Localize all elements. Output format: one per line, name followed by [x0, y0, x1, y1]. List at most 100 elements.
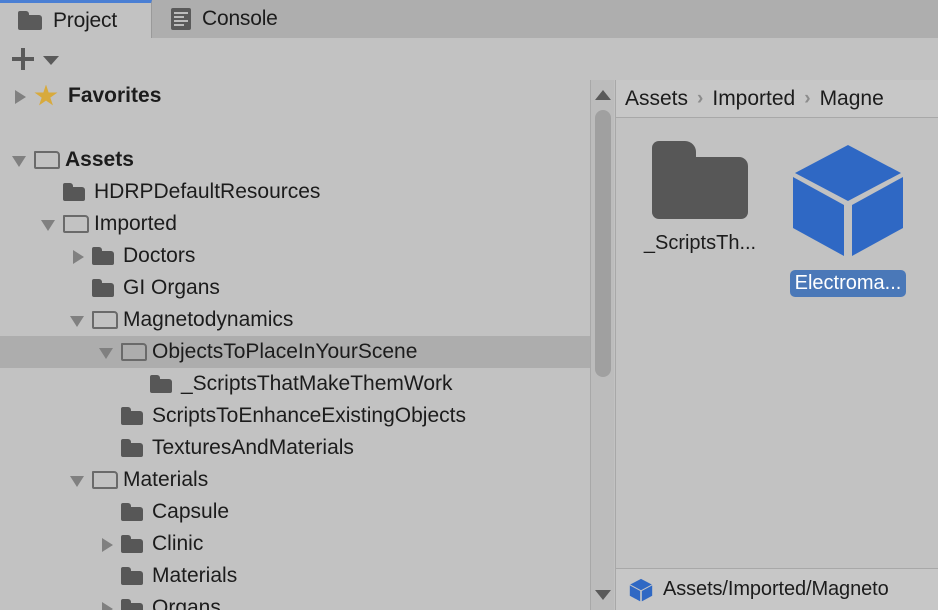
chevron-down-icon[interactable] — [66, 464, 92, 496]
tree-item-label: ObjectsToPlaceInYourScene — [152, 340, 418, 363]
folder-icon — [150, 375, 172, 393]
status-path-label: Assets/Imported/Magneto — [663, 578, 889, 600]
tree-item-label: Doctors — [123, 244, 196, 267]
tree-item-favorites[interactable]: Favorites — [0, 80, 590, 112]
tree-item-label: _ScriptsThatMakeThemWork — [181, 372, 453, 395]
tree-item-capsule[interactable]: Capsule — [0, 496, 590, 528]
tree-item-label: Assets — [65, 148, 134, 171]
chevron-right-icon[interactable] — [95, 528, 121, 560]
create-asset-button[interactable] — [10, 43, 66, 75]
asset-browser-pane: Assets › Imported › Magne _ScriptsTh... Elec… — [615, 80, 938, 610]
asset-item-label: Electroma... — [789, 270, 907, 297]
scroll-down-arrow-icon[interactable] — [595, 590, 611, 600]
folder-icon — [652, 141, 748, 219]
tree-item-clinic[interactable]: Clinic — [0, 528, 590, 560]
tree-item-spacer — [0, 112, 590, 144]
folder-icon — [92, 247, 114, 265]
asset-grid: _ScriptsTh... Electroma... — [616, 119, 938, 569]
scroll-up-arrow-icon[interactable] — [595, 90, 611, 100]
folder-icon — [121, 535, 143, 553]
tree-item-label: Materials — [152, 564, 238, 587]
tree-item-scriptstoenhanceexistingobjects[interactable]: ScriptsToEnhanceExistingObjects — [0, 400, 590, 432]
chevron-down-icon[interactable] — [37, 208, 63, 240]
asset-item-folder[interactable]: _ScriptsTh... — [636, 141, 764, 257]
asset-item-prefab[interactable]: Electroma... — [784, 141, 912, 297]
asset-item-label: _ScriptsTh... — [643, 232, 757, 254]
chevron-down-icon — [43, 56, 59, 65]
tree-item-hdrpdefaultresources[interactable]: HDRPDefaultResources — [0, 176, 590, 208]
chevron-right-icon[interactable] — [95, 592, 121, 610]
chevron-down-icon[interactable] — [95, 336, 121, 368]
breadcrumb-item[interactable]: Magne — [820, 87, 884, 111]
tree-item-label: Capsule — [152, 500, 230, 523]
tree-item-label: HDRPDefaultResources — [94, 180, 321, 203]
folder-tree: Favorites Assets HDRPDefaultResources Impor… — [0, 80, 590, 610]
console-icon — [171, 8, 191, 30]
breadcrumb: Assets › Imported › Magne — [616, 80, 938, 118]
chevron-down-icon[interactable] — [66, 304, 92, 336]
folder-open-icon — [92, 311, 118, 329]
prefab-cube-icon — [789, 141, 907, 259]
tree-item-magnetodynamics[interactable]: Magnetodynamics — [0, 304, 590, 336]
chevron-right-icon[interactable] — [8, 80, 34, 112]
folder-icon — [92, 279, 114, 297]
tree-item-doctors[interactable]: Doctors — [0, 240, 590, 272]
folder-icon — [121, 407, 143, 425]
tree-item-scriptsthatmakethemwork[interactable]: _ScriptsThatMakeThemWork — [0, 368, 590, 400]
tree-vertical-scrollbar[interactable] — [590, 80, 614, 610]
folder-open-icon — [34, 151, 60, 169]
tree-item-label: GI Organs — [123, 276, 220, 299]
tree-item-label: Imported — [94, 212, 177, 235]
tree-item-label: Magnetodynamics — [123, 308, 294, 331]
tree-item-label: TexturesAndMaterials — [152, 436, 354, 459]
project-toolbar — [0, 38, 938, 80]
tree-item-texturesandmaterials[interactable]: TexturesAndMaterials — [0, 432, 590, 464]
tree-item-materials[interactable]: Materials — [0, 560, 590, 592]
tab-project[interactable]: Project — [0, 0, 152, 38]
tree-item-gi-organs[interactable]: GI Organs — [0, 272, 590, 304]
breadcrumb-item[interactable]: Assets — [625, 87, 688, 111]
tab-project-label: Project — [53, 8, 117, 32]
tree-item-objectstoplaceinyourscene[interactable]: ObjectsToPlaceInYourScene — [0, 336, 590, 368]
chevron-right-icon[interactable] — [66, 240, 92, 272]
folder-icon — [121, 567, 143, 585]
tree-item-materials[interactable]: Materials — [0, 464, 590, 496]
folder-open-icon — [121, 343, 147, 361]
tree-item-label: Favorites — [68, 84, 162, 107]
tree-item-label: ScriptsToEnhanceExistingObjects — [152, 404, 466, 427]
tree-item-label: Materials — [123, 468, 209, 491]
breadcrumb-item[interactable]: Imported — [712, 87, 795, 111]
tree-item-assets[interactable]: Assets — [0, 144, 590, 176]
scrollbar-thumb[interactable] — [595, 110, 611, 377]
tree-item-imported[interactable]: Imported — [0, 208, 590, 240]
chevron-down-icon[interactable] — [8, 144, 34, 176]
folder-icon — [121, 503, 143, 521]
folder-icon — [121, 439, 143, 457]
breadcrumb-separator-icon: › — [804, 87, 811, 109]
tree-item-organs[interactable]: Organs — [0, 592, 590, 610]
tab-console[interactable]: Console — [153, 0, 296, 38]
folder-icon — [121, 599, 143, 610]
